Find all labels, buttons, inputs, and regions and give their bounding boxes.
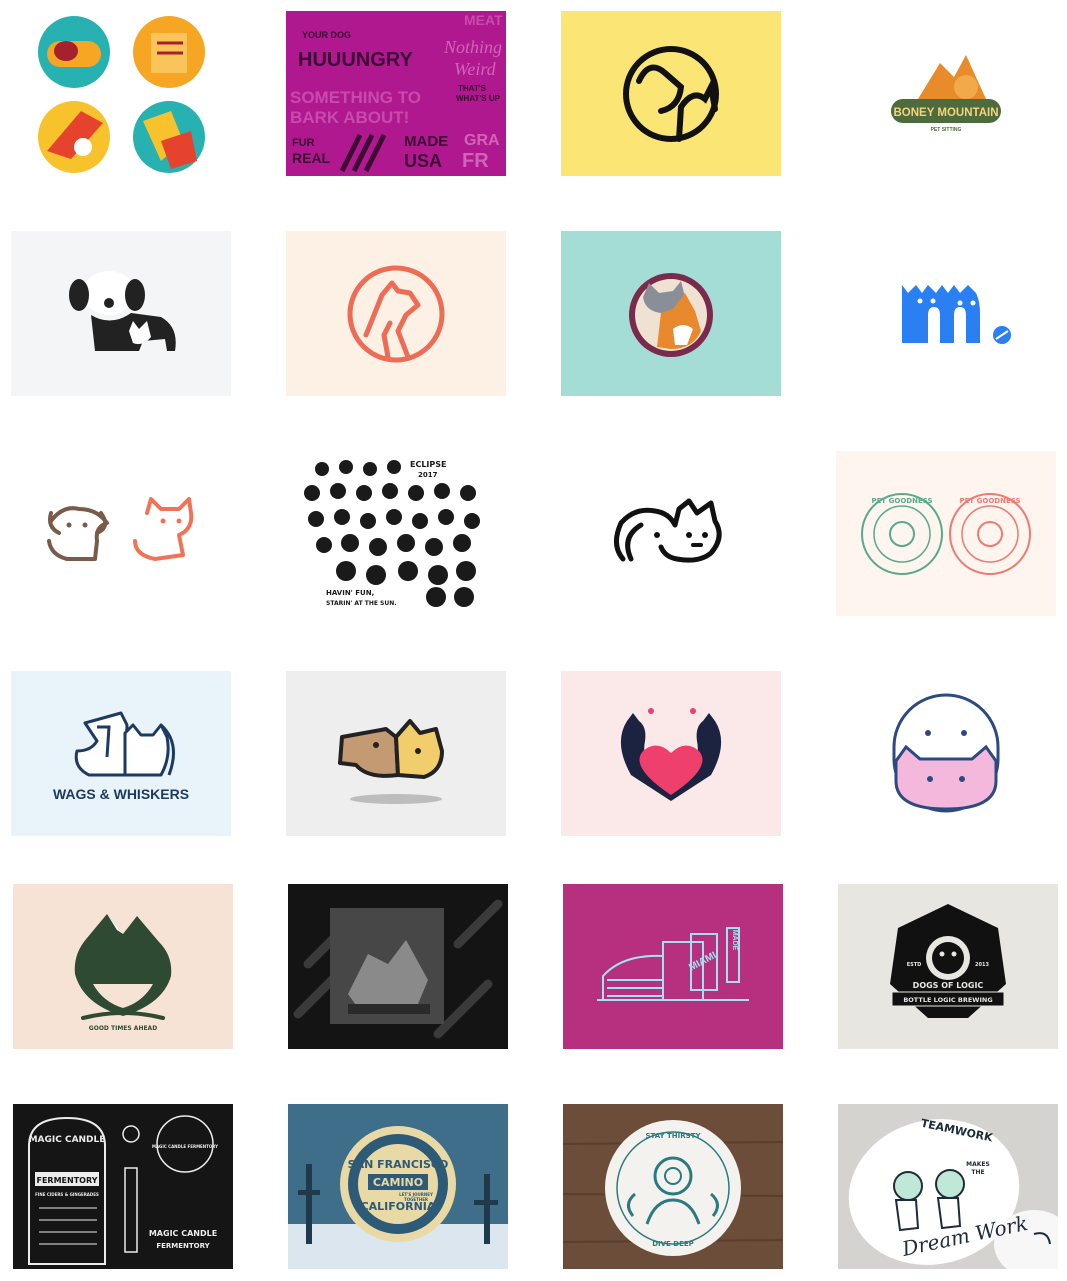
text-dogs-of-logic: DOGS OF LOGIC bbox=[913, 981, 984, 990]
dog-cat-face-split-logo-image bbox=[286, 671, 506, 836]
text-camino: CAMINO bbox=[373, 1176, 423, 1189]
text-the: THE bbox=[971, 1169, 984, 1176]
cats-heart-logo-image bbox=[561, 671, 781, 836]
text-good-times-ahead: GOOD TIMES AHEAD bbox=[89, 1025, 157, 1032]
text-your-dog: YOUR DOG bbox=[302, 30, 351, 40]
san-francisco-camino-california-image: SAN FRANCISCO CAMINO CALIFORNIA LET'S JO… bbox=[288, 1104, 508, 1269]
gallery-tile-dark-poster-photo[interactable] bbox=[288, 884, 508, 1049]
text-pet-goodness-pink: PET GOODNESS bbox=[960, 497, 1021, 505]
gallery-tile-eclipse-2017-faces-illustration[interactable]: ECLIPSE 2017 HAVIN' FUN, STARIN' AT THE … bbox=[286, 451, 506, 616]
text-makes: MAKES bbox=[966, 1161, 990, 1168]
text-made: MADE bbox=[731, 930, 738, 951]
pet-icon-set-image bbox=[11, 11, 231, 176]
text-fur: FUR bbox=[292, 137, 315, 149]
dog-cat-stacked-outline-logo-image bbox=[836, 671, 1056, 836]
miami-made-building-illustration-image: MIAMI MADE bbox=[563, 884, 783, 1049]
gallery-tile-good-times-ahead-mountain-badge[interactable]: GOOD TIMES AHEAD bbox=[13, 884, 233, 1049]
text-fermentory-bottom: FERMENTORY bbox=[156, 1242, 210, 1250]
boney-mountain-logo-image: BONEY MOUNTAIN PET SITTING bbox=[836, 11, 1056, 176]
cat-corgi-badge-image bbox=[561, 231, 781, 396]
m-cat-letter-logo-image bbox=[836, 231, 1056, 396]
wags-and-whiskers-logo-image: WAGS & WHISKERS bbox=[11, 671, 231, 836]
text-boney-mountain: BONEY MOUNTAIN bbox=[894, 107, 999, 119]
gallery-tile-cat-corgi-badge[interactable] bbox=[561, 231, 781, 396]
text-stay-thirsty: STAY THIRSTY bbox=[645, 1132, 701, 1140]
gallery-tile-boney-mountain-logo[interactable]: BONEY MOUNTAIN PET SITTING bbox=[836, 11, 1056, 176]
text-fermentory: FERMENTORY bbox=[37, 1176, 98, 1185]
dog-cat-outline-logo-image bbox=[561, 451, 781, 616]
text-real: REAL bbox=[292, 150, 331, 166]
text-pet-sitting: PET SITTING bbox=[931, 127, 962, 133]
gallery-tile-dog-cat-stacked-outline-logo[interactable] bbox=[836, 671, 1056, 836]
dogs-of-logic-badge-image: DOGS OF LOGIC BOTTLE LOGIC BREWING ESTD … bbox=[838, 884, 1058, 1049]
text-huuungry: HUUUNGRY bbox=[298, 49, 413, 71]
text-together: TOGETHER bbox=[404, 1197, 428, 1202]
text-fine-ciders: FINE CIDERS & GINGERADES bbox=[35, 1192, 99, 1197]
text-bark-about: BARK ABOUT! bbox=[290, 108, 409, 127]
text-estd: ESTD bbox=[907, 962, 922, 968]
text-meat: MEAT bbox=[464, 12, 503, 28]
text-nothing: Nothing bbox=[443, 37, 502, 57]
gallery-tile-orange-line-dog-cat-circle[interactable] bbox=[286, 231, 506, 396]
text-starin-at-the-sun: STARIN' AT THE SUN. bbox=[326, 600, 397, 607]
gallery-tile-magic-candle-fermentory-labels[interactable]: MAGIC CANDLE FERMENTORY FINE CIDERS & GI… bbox=[13, 1104, 233, 1269]
stay-thirsty-coaster-image: STAY THIRSTY DIVE DEEP bbox=[563, 1104, 783, 1269]
gallery-tile-pet-icon-set[interactable] bbox=[11, 11, 231, 176]
text-wags-and-whiskers: WAGS & WHISKERS bbox=[53, 786, 189, 802]
text-havin-fun: HAVIN' FUN, bbox=[326, 589, 374, 597]
text-gra: GRA bbox=[464, 132, 500, 149]
text-bottle-logic-brewing: BOTTLE LOGIC BREWING bbox=[903, 996, 992, 1004]
gallery-tile-m-cat-letter-logo[interactable] bbox=[836, 231, 1056, 396]
text-san-francisco: SAN FRANCISCO bbox=[348, 1158, 449, 1171]
gallery-tile-miami-made-building-illustration[interactable]: MIAMI MADE bbox=[563, 884, 783, 1049]
orange-line-dog-cat-circle-image bbox=[286, 231, 506, 396]
gallery-tile-circle-dog-cat-line-logo[interactable] bbox=[561, 11, 781, 176]
text-fr: FR bbox=[462, 150, 489, 172]
text-magic-candle-fermentory-round: MAGIC CANDLE FERMENTORY bbox=[152, 1144, 218, 1149]
text-weird: Weird bbox=[454, 59, 497, 79]
gallery-tile-dog-cat-face-split-logo[interactable] bbox=[286, 671, 506, 836]
text-usa: USA bbox=[404, 151, 442, 171]
text-dive-deep: DIVE DEEP bbox=[652, 1240, 694, 1248]
gallery-tile-puppy-kitten-line-icons[interactable] bbox=[11, 451, 231, 616]
text-thats: THAT'S bbox=[458, 84, 487, 93]
text-2017: 2017 bbox=[418, 471, 438, 479]
teamwork-dream-work-coaster-image: TEAMWORK MAKES THE Dream Work bbox=[838, 1104, 1058, 1269]
gallery-tile-san-francisco-camino-california[interactable]: SAN FRANCISCO CAMINO CALIFORNIA LET'S JO… bbox=[288, 1104, 508, 1269]
gallery-tile-teamwork-dream-work-coaster[interactable]: TEAMWORK MAKES THE Dream Work bbox=[838, 1104, 1058, 1269]
text-made: MADE bbox=[404, 133, 448, 150]
circle-dog-cat-line-logo-image bbox=[561, 11, 781, 176]
text-magic-candle-bottom: MAGIC CANDLE bbox=[149, 1229, 217, 1238]
pet-goodness-badges-image: PET GOODNESS PET GOODNESS bbox=[836, 451, 1056, 616]
gallery-tile-dogs-of-logic-badge[interactable]: DOGS OF LOGIC BOTTLE LOGIC BREWING ESTD … bbox=[838, 884, 1058, 1049]
hungry-dog-typography-pattern-image: YOUR DOG HUUUNGRY Nothing Weird SOMETHIN… bbox=[286, 11, 506, 176]
text-magic-candle-arch: MAGIC CANDLE bbox=[29, 1135, 106, 1145]
text-2013: 2013 bbox=[975, 962, 989, 968]
dark-poster-photo-image bbox=[288, 884, 508, 1049]
gallery-tile-cats-heart-logo[interactable] bbox=[561, 671, 781, 836]
gallery-tile-wags-and-whiskers-logo[interactable]: WAGS & WHISKERS bbox=[11, 671, 231, 836]
puppy-kitten-line-icons-image bbox=[11, 451, 231, 616]
text-whats-up: WHAT'S UP bbox=[456, 94, 501, 103]
text-eclipse: ECLIPSE bbox=[410, 460, 447, 469]
gallery-tile-pet-goodness-badges[interactable]: PET GOODNESS PET GOODNESS bbox=[836, 451, 1056, 616]
gallery-tile-dog-cat-silhouette-logo[interactable] bbox=[11, 231, 231, 396]
dog-cat-silhouette-logo-image bbox=[11, 231, 231, 396]
gallery-tile-dog-cat-outline-logo[interactable] bbox=[561, 451, 781, 616]
text-pet-goodness-green: PET GOODNESS bbox=[872, 497, 933, 505]
gallery-tile-hungry-dog-typography-pattern[interactable]: YOUR DOG HUUUNGRY Nothing Weird SOMETHIN… bbox=[286, 11, 506, 176]
magic-candle-fermentory-labels-image: MAGIC CANDLE FERMENTORY FINE CIDERS & GI… bbox=[13, 1104, 233, 1269]
eclipse-2017-faces-illustration-image: ECLIPSE 2017 HAVIN' FUN, STARIN' AT THE … bbox=[286, 451, 506, 616]
gallery-tile-stay-thirsty-coaster[interactable]: STAY THIRSTY DIVE DEEP bbox=[563, 1104, 783, 1269]
text-something-to: SOMETHING TO bbox=[290, 88, 421, 107]
good-times-ahead-mountain-badge-image: GOOD TIMES AHEAD bbox=[13, 884, 233, 1049]
